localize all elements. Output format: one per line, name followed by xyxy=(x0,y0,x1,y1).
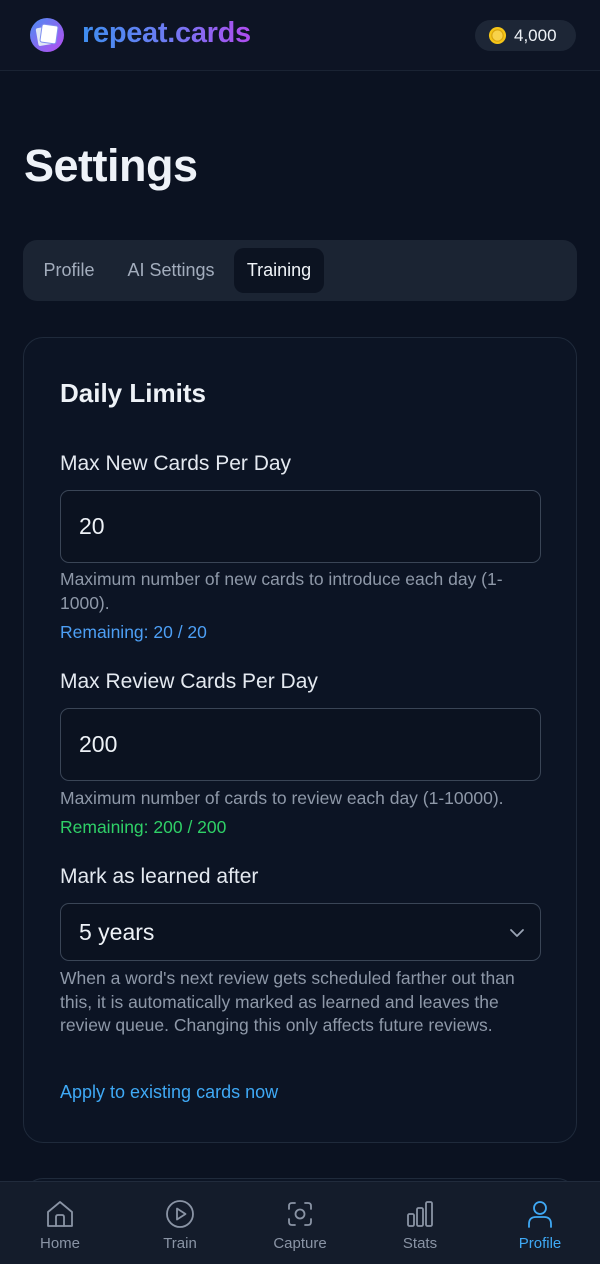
nav-home-label: Home xyxy=(39,1235,80,1252)
new-cards-label: Max New Cards Per Day xyxy=(60,452,292,475)
settings-tabs: Profile AI Settings Training xyxy=(23,240,577,301)
app-name[interactable]: repeat.cards xyxy=(82,17,251,50)
section-title: Daily Limits xyxy=(60,378,206,408)
chevron-down-icon xyxy=(510,929,524,937)
top-header: repeat.cards 4,000 xyxy=(0,0,600,71)
nav-profile[interactable]: Profile xyxy=(480,1182,600,1264)
logo-icon[interactable] xyxy=(28,16,66,54)
nav-stats[interactable]: Stats xyxy=(360,1182,480,1264)
coin-icon xyxy=(488,26,507,45)
nav-train-label: Train xyxy=(163,1235,197,1252)
coin-count: 4,000 xyxy=(514,25,557,45)
page-title: Settings xyxy=(24,140,198,191)
nav-home[interactable]: Home xyxy=(0,1182,120,1264)
play-circle-icon xyxy=(166,1200,194,1228)
tab-profile[interactable]: Profile xyxy=(34,248,104,293)
nav-profile-label: Profile xyxy=(518,1235,562,1252)
review-cards-help: Maximum number of cards to review each d… xyxy=(60,788,504,808)
daily-limits-card: Daily Limits Max New Cards Per Day 20 Ma… xyxy=(23,337,577,1143)
bottom-nav: Home Train Capture Stats Profile xyxy=(0,1181,600,1264)
review-cards-label: Max Review Cards Per Day xyxy=(60,670,318,693)
learned-after-help: When a word's next review gets scheduled… xyxy=(60,968,515,1035)
bar-chart-icon xyxy=(407,1201,433,1227)
user-icon xyxy=(528,1201,552,1228)
nav-capture[interactable]: Capture xyxy=(240,1182,360,1264)
tab-training[interactable]: Training xyxy=(234,248,324,293)
review-cards-input[interactable]: 200 xyxy=(60,708,541,781)
app-root: repeat.cards 4,000 Settings Profile AI S… xyxy=(0,0,600,1264)
new-cards-input[interactable]: 20 xyxy=(60,490,541,563)
coin-balance[interactable]: 4,000 xyxy=(475,20,576,51)
learned-after-select[interactable]: 5 years xyxy=(60,903,541,961)
learned-after-label: Mark as learned after xyxy=(60,865,259,888)
new-cards-remaining: Remaining: 20 / 20 xyxy=(60,622,207,642)
nav-train[interactable]: Train xyxy=(120,1182,240,1264)
new-cards-help: Maximum number of new cards to introduce… xyxy=(60,569,503,613)
learned-after-value: 5 years xyxy=(79,919,155,945)
capture-icon xyxy=(288,1202,312,1226)
home-icon xyxy=(47,1201,73,1227)
nav-stats-label: Stats xyxy=(402,1235,438,1252)
apply-existing-link[interactable]: Apply to existing cards now xyxy=(60,1082,278,1103)
tab-ai-settings[interactable]: AI Settings xyxy=(116,248,226,293)
review-cards-remaining: Remaining: 200 / 200 xyxy=(60,817,227,837)
nav-capture-label: Capture xyxy=(273,1235,327,1252)
